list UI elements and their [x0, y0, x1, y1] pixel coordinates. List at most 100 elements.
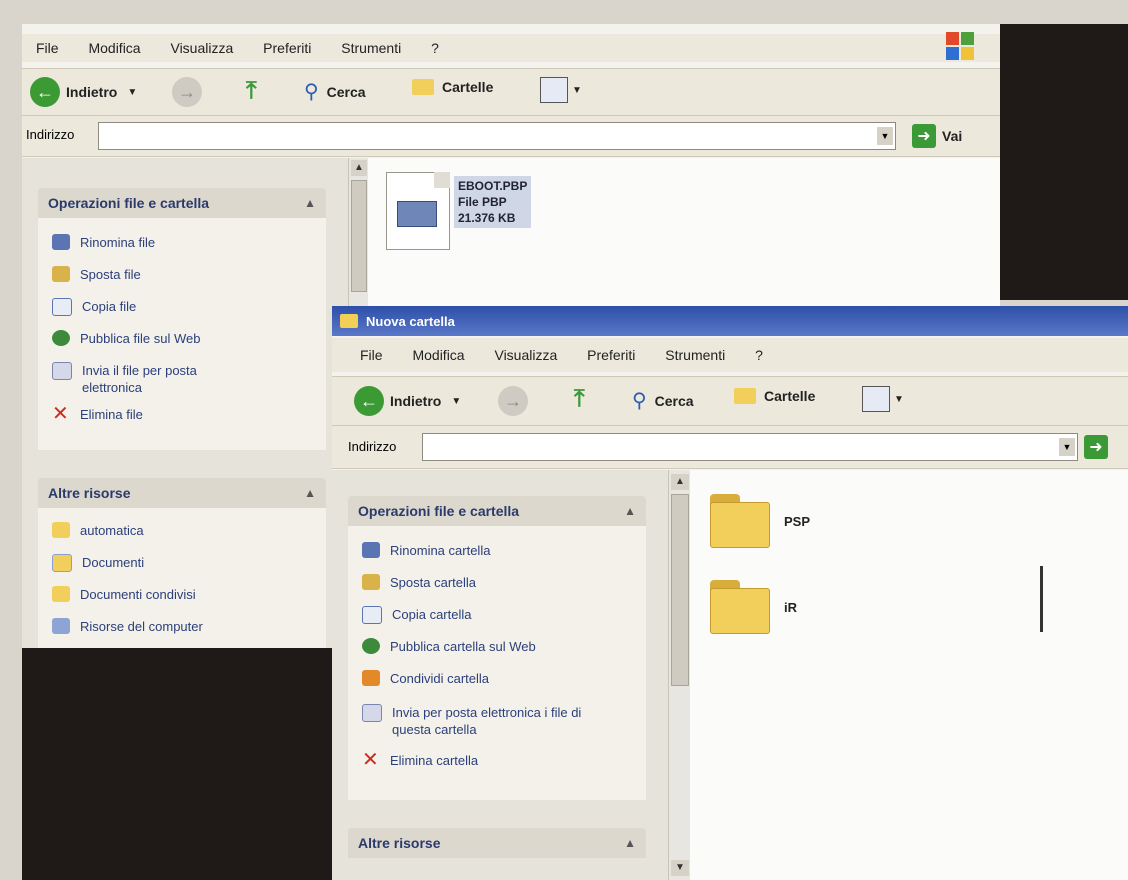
explorer-window-front: Nuova cartella File Modifica Visualizza … — [332, 306, 1128, 880]
menu-file[interactable]: File — [360, 338, 383, 372]
dropdown-icon[interactable]: ▼ — [1059, 438, 1075, 456]
place-risorse-computer[interactable]: Risorse del computer — [52, 618, 318, 635]
search-button[interactable]: ⚲ Cerca — [304, 79, 366, 104]
menu-visualizza[interactable]: Visualizza — [170, 34, 233, 62]
back-button[interactable]: ← Indietro ▼ — [354, 386, 461, 416]
menu-modifica[interactable]: Modifica — [88, 34, 140, 62]
task-email-file[interactable]: Invia il file per posta elettronica — [52, 362, 242, 396]
task-publish-file[interactable]: Pubblica file sul Web — [52, 330, 318, 347]
task-delete-file[interactable]: ✕ Elimina file — [52, 404, 318, 424]
collapse-icon: ▲ — [624, 504, 636, 518]
task-label: Invia il file per posta elettronica — [82, 363, 197, 395]
search-label: Cerca — [326, 83, 366, 100]
forward-button[interactable]: → — [498, 386, 528, 416]
task-rename-folder[interactable]: Rinomina cartella — [362, 542, 638, 559]
menu-help[interactable]: ? — [755, 338, 763, 372]
other-places-box: automatica Documenti Documenti condivisi… — [38, 508, 326, 648]
folder-icon — [52, 522, 70, 538]
computer-icon — [52, 618, 70, 634]
up-folder-button[interactable]: ⤒ — [246, 77, 257, 105]
pbp-file-icon[interactable] — [386, 172, 450, 250]
menu-strumenti[interactable]: Strumenti — [665, 338, 725, 372]
place-documenti-condivisi[interactable]: Documenti condivisi — [52, 586, 318, 603]
address-bar: Indirizzo ▼ ➜ — [332, 426, 1128, 469]
folder-label: iR — [784, 600, 797, 615]
scroll-thumb[interactable] — [671, 494, 689, 686]
task-rename-file[interactable]: Rinomina file — [52, 234, 318, 251]
other-places-title: Altre risorse — [48, 485, 131, 501]
search-icon: ⚲ — [304, 81, 319, 103]
task-label: Elimina file — [80, 407, 143, 422]
menu-help[interactable]: ? — [431, 34, 439, 62]
rename-icon — [362, 542, 380, 558]
documents-icon — [52, 554, 72, 572]
folder-item-psp[interactable]: PSP — [710, 494, 830, 550]
chevron-down-icon: ▼ — [894, 393, 904, 405]
folders-button[interactable]: Cartelle — [412, 79, 493, 95]
task-pane: Operazioni file e cartella ▲ Rinomina fi… — [22, 158, 348, 648]
globe-icon — [52, 330, 70, 346]
views-button[interactable]: ▼ — [862, 386, 904, 412]
task-email-folder[interactable]: Invia per posta elettronica i file di qu… — [362, 704, 612, 738]
search-button[interactable]: ⚲ Cerca — [632, 388, 694, 413]
views-icon — [862, 386, 890, 412]
toolbar: ← Indietro ▼ → ⤒ ⚲ Cerca Cartelle ▼ — [332, 376, 1128, 426]
file-info[interactable]: EBOOT.PBP File PBP 21.376 KB — [454, 176, 532, 228]
task-delete-folder[interactable]: ✕ Elimina cartella — [362, 749, 638, 771]
dropdown-icon[interactable]: ▼ — [877, 127, 893, 145]
folders-button[interactable]: Cartelle — [734, 388, 815, 404]
task-publish-folder[interactable]: Pubblica cartella sul Web — [362, 638, 638, 655]
up-folder-button[interactable]: ⤒ — [574, 385, 585, 413]
menu-preferiti[interactable]: Preferiti — [587, 338, 635, 372]
menu-preferiti[interactable]: Preferiti — [263, 34, 311, 62]
views-button[interactable]: ▼ — [540, 77, 582, 103]
task-label: Invia per posta elettronica i file di qu… — [392, 705, 582, 737]
move-icon — [362, 574, 380, 590]
folder-tasks-box: Rinomina cartella Sposta cartella Copia … — [348, 526, 646, 800]
task-label: Pubblica file sul Web — [80, 331, 201, 346]
go-label: Vai — [942, 128, 963, 144]
delete-icon: ✕ — [362, 749, 379, 771]
address-input[interactable]: ▼ — [422, 433, 1078, 461]
title-bar[interactable]: Nuova cartella — [332, 306, 1128, 336]
task-label: Rinomina file — [80, 235, 156, 250]
place-documenti[interactable]: Documenti — [52, 554, 318, 572]
task-copy-file[interactable]: Copia file — [52, 298, 318, 316]
scroll-thumb[interactable] — [351, 180, 367, 292]
task-pane-scrollbar[interactable]: ▲ ▼ — [668, 470, 691, 880]
task-move-file[interactable]: Sposta file — [52, 266, 318, 283]
task-label: Sposta file — [80, 267, 141, 282]
scroll-up-icon[interactable]: ▲ — [351, 160, 367, 176]
task-move-folder[interactable]: Sposta cartella — [362, 574, 638, 591]
place-automatica[interactable]: automatica — [52, 522, 318, 539]
back-button[interactable]: ← Indietro ▼ — [30, 77, 137, 107]
menu-modifica[interactable]: Modifica — [412, 338, 464, 372]
task-label: Pubblica cartella sul Web — [390, 639, 536, 654]
task-share-folder[interactable]: Condividi cartella — [362, 670, 638, 687]
folders-icon — [412, 79, 434, 95]
views-icon — [540, 77, 568, 103]
go-button[interactable]: ➜ Vai — [912, 124, 962, 148]
menu-visualizza[interactable]: Visualizza — [494, 338, 557, 372]
folder-item-ir[interactable]: iR — [710, 580, 830, 636]
scroll-up-icon[interactable]: ▲ — [671, 474, 689, 490]
other-places-header[interactable]: Altre risorse ▲ — [38, 478, 326, 508]
task-label: Elimina cartella — [390, 753, 479, 768]
folder-tasks-header[interactable]: Operazioni file e cartella ▲ — [348, 496, 646, 526]
text-cursor-icon — [1040, 566, 1043, 632]
task-copy-folder[interactable]: Copia cartella — [362, 606, 638, 624]
forward-button[interactable]: → — [172, 77, 202, 107]
place-label: Risorse del computer — [80, 619, 203, 634]
go-button[interactable]: ➜ — [1084, 435, 1114, 459]
file-tasks-header[interactable]: Operazioni file e cartella ▲ — [38, 188, 326, 218]
task-label: Copia file — [82, 299, 137, 314]
address-label: Indirizzo — [26, 127, 75, 142]
folder-icon — [710, 580, 770, 634]
task-label: Sposta cartella — [390, 575, 476, 590]
folder-content-area: PSP iR — [690, 470, 1128, 880]
menu-file[interactable]: File — [36, 34, 59, 62]
scroll-down-icon[interactable]: ▼ — [671, 860, 689, 876]
other-places-header[interactable]: Altre risorse ▲ — [348, 828, 646, 858]
menu-strumenti[interactable]: Strumenti — [341, 34, 401, 62]
address-input[interactable]: ▼ — [98, 122, 896, 150]
